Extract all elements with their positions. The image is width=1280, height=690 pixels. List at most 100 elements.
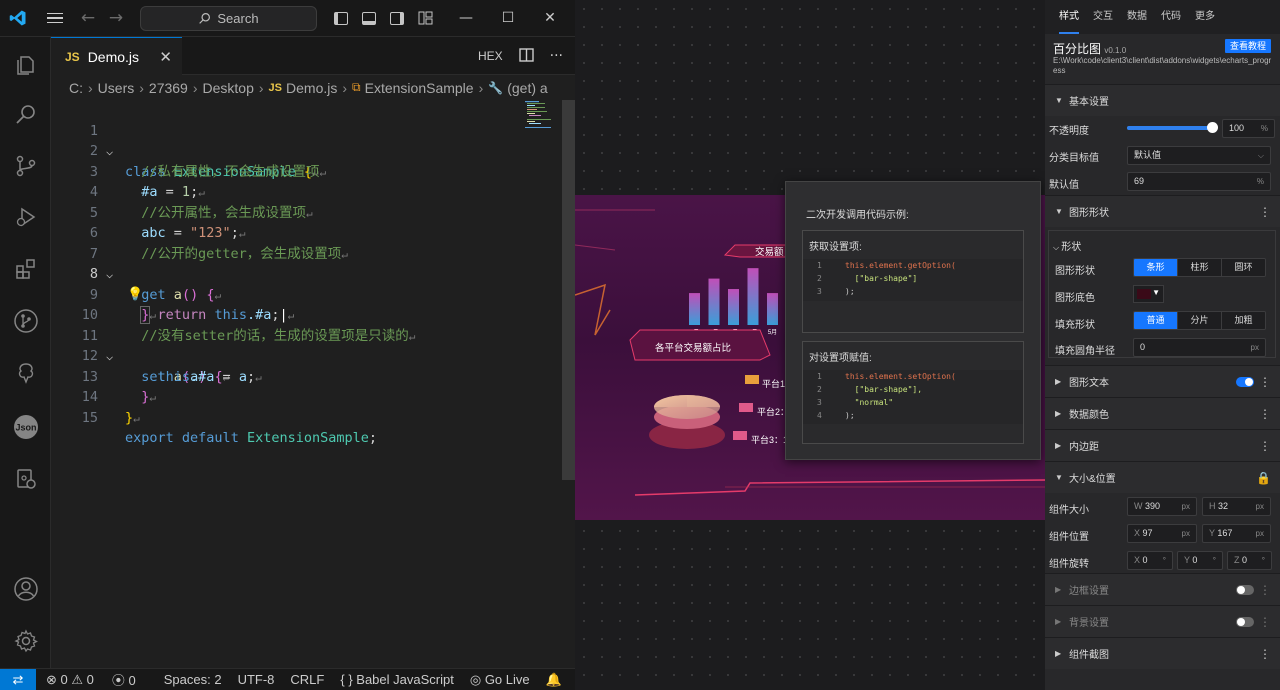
text-toggle[interactable] (1236, 377, 1254, 387)
code-token: export (125, 430, 174, 446)
tab-code[interactable]: 代码 (1161, 0, 1181, 34)
account-icon[interactable] (0, 565, 51, 613)
slider-handle[interactable] (1207, 122, 1218, 133)
close-icon[interactable]: ✕ (529, 0, 571, 37)
customize-layout-icon[interactable] (411, 0, 439, 37)
breadcrumb-user[interactable]: 27369 (149, 80, 188, 96)
widget-path: E:\Work\code\client3\client\dist\addons\… (1053, 56, 1272, 75)
opacity-slider[interactable] (1127, 122, 1218, 133)
command-search-box[interactable]: Search (140, 5, 317, 31)
section-size[interactable]: ▼ 大小&位置 🔒 (1045, 461, 1280, 493)
section-text[interactable]: ▶ 图形文本 ⋮ (1045, 365, 1280, 397)
section-background[interactable]: ▶ 背景设置 ⋮ (1045, 605, 1280, 637)
extensions-icon[interactable] (0, 245, 51, 293)
breadcrumb-users[interactable]: Users (98, 80, 135, 96)
breadcrumb-desktop[interactable]: Desktop (203, 80, 254, 96)
breadcrumb-file[interactable]: Demo.js (286, 80, 337, 96)
x-input[interactable]: X 97 px (1127, 524, 1197, 543)
notifications-bell-icon[interactable]: 🔔 (546, 672, 562, 688)
rotate-x-input[interactable]: X 0 ° (1127, 551, 1173, 570)
border-toggle[interactable] (1236, 585, 1254, 595)
search-sidebar-icon[interactable] (0, 91, 51, 139)
tab-interaction[interactable]: 交互 (1093, 0, 1113, 34)
base-color-picker[interactable]: ▼ (1133, 285, 1164, 303)
rotate-y-input[interactable]: Y 0 ° (1177, 551, 1223, 570)
split-editor-icon[interactable] (518, 47, 534, 65)
code-row: 2 ["bar-shape"], (817, 385, 923, 394)
encoding-status[interactable]: UTF-8 (238, 672, 275, 687)
go-live-button[interactable]: ◎ Go Live (470, 672, 530, 688)
remote-settings-icon[interactable] (0, 455, 51, 503)
indentation-status[interactable]: Spaces: 2 (164, 672, 222, 687)
fill-segmented[interactable]: 普通 分片 加粗 (1133, 311, 1266, 330)
more-vert-icon[interactable]: ⋮ (1259, 647, 1271, 661)
section-padding[interactable]: ▶ 内边距 ⋮ (1045, 429, 1280, 461)
back-arrow-icon[interactable]: ← (74, 8, 102, 28)
breadcrumb-drive[interactable]: C: (69, 80, 83, 96)
maximize-icon[interactable]: ☐ (487, 0, 529, 37)
tab-data[interactable]: 数据 (1127, 0, 1147, 34)
more-vert-icon[interactable]: ⋮ (1259, 439, 1271, 453)
ports-indicator[interactable]: ⦿ 0 (112, 670, 136, 689)
view-tutorial-button[interactable]: 查看教程 (1225, 39, 1271, 53)
shape-option[interactable]: 圆环 (1222, 259, 1265, 276)
breadcrumb-class[interactable]: ExtensionSample (365, 80, 474, 96)
radius-input[interactable]: 0 px (1133, 338, 1266, 357)
editor-scrollbar[interactable] (562, 100, 575, 668)
shape-segmented[interactable]: 条形 柱形 圆环 (1133, 258, 1266, 277)
toggle-secondary-sidebar-icon[interactable] (383, 0, 411, 37)
height-input[interactable]: H 32 px (1202, 497, 1271, 516)
shape-option[interactable]: 柱形 (1178, 259, 1222, 276)
forward-arrow-icon[interactable]: → (102, 8, 130, 28)
git-graph-icon[interactable] (0, 297, 51, 345)
toggle-panel-icon[interactable] (355, 0, 383, 37)
breadcrumb-getter[interactable]: (get) a (507, 80, 547, 96)
minimize-icon[interactable]: — (445, 0, 487, 37)
code-editor[interactable]: 1 ⌵ class ExtensionSample {↵ 2 //私有属性，不会… (51, 100, 561, 668)
more-vert-icon[interactable]: ⋮ (1259, 205, 1271, 219)
tab-demo-js[interactable]: JS Demo.js ✕ (51, 37, 182, 75)
target-select[interactable]: 默认值 ⌵ (1127, 146, 1271, 165)
set-option-code[interactable]: 1 this.element.setOption( 2 ["bar-shape"]… (803, 370, 1023, 424)
json-icon[interactable]: Json (0, 403, 51, 451)
more-vert-icon[interactable]: ⋮ (1259, 375, 1271, 389)
more-vert-icon[interactable]: ⋮ (1259, 583, 1271, 597)
tab-close-icon[interactable]: ✕ (159, 48, 172, 66)
lock-icon[interactable]: 🔒 (1256, 471, 1271, 485)
section-screenshot[interactable]: ▶ 组件截图 ⋮ (1045, 637, 1280, 669)
y-input[interactable]: Y 167 px (1202, 524, 1271, 543)
rotate-z-input[interactable]: Z 0 ° (1227, 551, 1272, 570)
get-option-code[interactable]: 1 this.element.getOption( 2 ["bar-shape"]… (803, 259, 1023, 301)
toggle-primary-sidebar-icon[interactable] (327, 0, 355, 37)
section-basic[interactable]: ▼ 基本设置 (1045, 84, 1280, 116)
section-border[interactable]: ▶ 边框设置 ⋮ (1045, 573, 1280, 605)
remote-indicator-icon[interactable]: ⇄ (0, 668, 36, 690)
section-shape[interactable]: ▼ 图形形状 ⋮ (1045, 195, 1280, 227)
source-control-icon[interactable] (0, 142, 51, 190)
more-vert-icon[interactable]: ⋮ (1259, 615, 1271, 629)
minimap[interactable] (523, 100, 563, 140)
opacity-input[interactable]: 100% (1222, 119, 1275, 138)
more-actions-icon[interactable]: ··· (550, 48, 563, 64)
tab-style[interactable]: 样式 (1059, 0, 1079, 34)
section-colors[interactable]: ▶ 数据颜色 ⋮ (1045, 397, 1280, 429)
shape-sub-title[interactable]: ⌵ 形状 (1053, 238, 1081, 253)
menu-icon[interactable] (36, 0, 74, 37)
background-toggle[interactable] (1236, 617, 1254, 627)
language-mode[interactable]: { } Babel JavaScript (340, 672, 453, 687)
hex-editor-button[interactable]: HEX (478, 49, 503, 63)
explorer-icon[interactable] (0, 41, 51, 89)
tab-more[interactable]: 更多 (1195, 0, 1215, 34)
fill-option[interactable]: 分片 (1178, 312, 1222, 329)
width-input[interactable]: W 390 px (1127, 497, 1197, 516)
problems-indicator[interactable]: ⊗ 0 ⚠ 0 (46, 672, 94, 688)
tree-icon[interactable] (0, 349, 51, 397)
shape-option[interactable]: 条形 (1134, 259, 1178, 276)
run-debug-icon[interactable] (0, 193, 51, 241)
fill-option[interactable]: 普通 (1134, 312, 1178, 329)
eol-status[interactable]: CRLF (290, 672, 324, 687)
fill-option[interactable]: 加粗 (1222, 312, 1265, 329)
settings-gear-icon[interactable] (0, 617, 51, 665)
default-value-input[interactable]: 69% (1127, 172, 1271, 191)
more-vert-icon[interactable]: ⋮ (1259, 407, 1271, 421)
